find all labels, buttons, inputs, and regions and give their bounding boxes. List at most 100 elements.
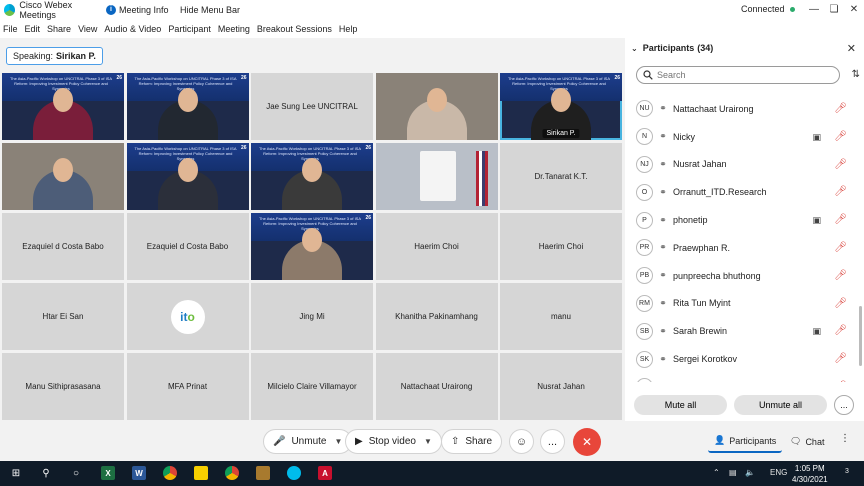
video-tile[interactable]: MFA Prinat [126, 353, 249, 420]
mic-muted-icon[interactable]: 🎤︎ [834, 270, 847, 281]
participant-row[interactable]: PR ⚭ Praewphan R. 🎤︎ [625, 234, 857, 262]
chrome-icon[interactable] [225, 466, 239, 480]
close-panel-icon[interactable]: ✕ [847, 42, 856, 55]
video-tile[interactable] [375, 143, 498, 210]
participant-row[interactable]: NJ ⚭ Nusrat Jahan 🎤︎ [625, 151, 857, 179]
acrobat-icon[interactable]: A [318, 466, 332, 480]
participants-tab[interactable]: 👤 Participants [708, 430, 783, 453]
participant-row[interactable]: PB ⚭ punpreecha bhuthong 🎤︎ [625, 262, 857, 290]
notification-badge[interactable]: 3 [845, 468, 849, 475]
video-tile[interactable]: Jae Sung Lee UNCITRAL [251, 73, 373, 140]
end-call-icon[interactable]: ✕ [573, 428, 601, 456]
participant-row[interactable]: S⚭Shafiuddin🎤︎ [625, 373, 857, 382]
mic-muted-icon[interactable]: 🎤︎ [834, 186, 847, 197]
video-tile[interactable]: Htar Ei San [2, 283, 124, 350]
search-icon[interactable]: ⚲ [39, 466, 53, 480]
video-tile[interactable]: Khanitha Pakinamhang [375, 283, 498, 350]
excel-icon[interactable]: X [101, 466, 115, 480]
video-tile[interactable]: The Asia-Pacific Workshop on UNCITRAL Ph… [500, 73, 622, 140]
taskbar-clock[interactable]: 1:05 PM 4/30/2021 [792, 463, 828, 485]
panel-more-button[interactable]: ... [834, 395, 854, 415]
menu-help[interactable]: Help [339, 24, 358, 34]
mic-muted-icon[interactable]: 🎤︎ [834, 214, 847, 225]
video-tile[interactable] [375, 73, 498, 140]
video-tile[interactable]: Milcielo Claire Villamayor [251, 353, 373, 420]
video-tile[interactable]: Ezaquiel d Costa Babo [2, 213, 124, 280]
menu-audio-video[interactable]: Audio & Video [104, 24, 161, 34]
video-tile[interactable]: Dr.Tanarat K.T. [500, 143, 622, 210]
video-tile[interactable]: The Asia-Pacific Workshop on UNCITRAL Ph… [2, 73, 124, 140]
chevron-down-icon[interactable]: ▼ [424, 437, 432, 446]
mic-muted-icon[interactable]: 🎤︎ [834, 325, 847, 336]
participant-row[interactable]: O ⚭ Orranutt_ITD.Research 🎤︎ [625, 178, 857, 206]
menu-share[interactable]: Share [47, 24, 71, 34]
sticky-notes-icon[interactable] [194, 466, 208, 480]
unmute-button[interactable]: 🎤 Unmute ▼ [263, 429, 353, 454]
mic-muted-icon[interactable]: 🎤︎ [834, 131, 847, 142]
share-button[interactable]: ⇧ Share [441, 429, 503, 454]
menu-view[interactable]: View [78, 24, 97, 34]
reactions-icon[interactable]: ☺ [509, 429, 534, 454]
collapse-chevron-icon[interactable]: ⌄ [631, 44, 638, 53]
video-tile[interactable]: Ezaquiel d Costa Babo [126, 213, 249, 280]
chevron-down-icon[interactable]: ▼ [334, 437, 342, 446]
close-window-icon[interactable]: ✕ [842, 2, 864, 18]
menu-meeting[interactable]: Meeting [218, 24, 250, 34]
mic-muted-icon[interactable]: 🎤︎ [834, 242, 847, 253]
tray-chevron-icon[interactable]: ⌃ [713, 468, 720, 477]
mic-muted-icon[interactable]: 🎤︎ [834, 159, 847, 170]
video-tile[interactable]: Nusrat Jahan [500, 353, 622, 420]
video-tile[interactable] [2, 143, 124, 210]
overflow-icon[interactable]: ⋮ [840, 433, 850, 444]
participant-row[interactable]: NU ⚭ Nattachaat Urairong 🎤︎ [625, 95, 857, 123]
more-options-button[interactable]: ... [540, 429, 565, 454]
headset-icon: ⚭ [659, 242, 667, 253]
participant-list[interactable]: NU ⚭ Nattachaat Urairong 🎤︎ N ⚭ Nicky ▣ 🎤︎ NJ ⚭ Nus… [625, 95, 857, 382]
video-tile[interactable]: The Asia-Pacific Workshop on UNCITRAL Ph… [126, 73, 249, 140]
scroll-thumb[interactable] [859, 306, 862, 366]
video-tile[interactable]: it o [126, 283, 249, 350]
mic-muted-icon[interactable]: 🎤︎ [834, 353, 847, 364]
menu-edit[interactable]: Edit [25, 24, 41, 34]
mic-muted-icon[interactable]: 🎤︎ [834, 298, 847, 309]
video-tile[interactable]: The Asia-Pacific Workshop on UNCITRAL Ph… [251, 213, 373, 280]
chat-tab[interactable]: 🗨 Chat [784, 430, 830, 453]
sort-icon[interactable]: ⇅ [852, 69, 860, 80]
video-tile[interactable]: The Asia-Pacific Workshop on UNCITRAL Ph… [126, 143, 249, 210]
chrome-icon[interactable] [163, 466, 177, 480]
participant-row[interactable]: SK ⚭ Sergei Korotkov 🎤︎ [625, 345, 857, 373]
unmute-all-button[interactable]: Unmute all [734, 395, 827, 415]
meeting-info-button[interactable]: i Meeting Info [106, 5, 176, 15]
video-tile[interactable]: The Asia-Pacific Workshop on UNCITRAL Ph… [251, 143, 373, 210]
participant-row[interactable]: N ⚭ Nicky ▣ 🎤︎ [625, 123, 857, 151]
word-icon[interactable]: W [132, 466, 146, 480]
mic-muted-icon[interactable]: 🎤︎ [834, 381, 847, 382]
webex-taskbar-icon[interactable] [287, 466, 301, 480]
video-tile[interactable]: Jing Mi [251, 283, 373, 350]
video-tile[interactable]: manu [500, 283, 622, 350]
task-view-icon[interactable]: ○ [69, 466, 83, 480]
language-indicator[interactable]: ENG [770, 468, 787, 477]
network-icon[interactable]: ▤ [729, 468, 737, 477]
mute-all-button[interactable]: Mute all [634, 395, 727, 415]
participant-search[interactable] [636, 66, 840, 84]
volume-icon[interactable]: 🔈 [745, 468, 755, 477]
mic-muted-icon[interactable]: 🎤︎ [834, 103, 847, 114]
menu-participant[interactable]: Participant [168, 24, 211, 34]
media-player-icon[interactable] [256, 466, 270, 480]
video-tile[interactable]: Manu Sithiprasasana [2, 353, 124, 420]
menu-breakout-sessions[interactable]: Breakout Sessions [257, 24, 332, 34]
participant-row[interactable]: P ⚭ phonetip ▣ 🎤︎ [625, 206, 857, 234]
participants-panel: ⌄ Participants (34) ✕ ⇅ NU ⚭ Nattachaat Ur… [625, 38, 864, 422]
video-tile[interactable]: Haerim Choi [500, 213, 622, 280]
menu-file[interactable]: File [3, 24, 18, 34]
participant-row[interactable]: SB ⚭ Sarah Brewin ▣ 🎤︎ [625, 317, 857, 345]
video-tile[interactable]: Nattachaat Urairong [375, 353, 498, 420]
video-tile[interactable]: Haerim Choi [375, 213, 498, 280]
stop-video-button[interactable]: ▶ Stop video ▼ [345, 429, 442, 454]
windows-start-icon[interactable]: ⊞ [9, 466, 23, 480]
hide-menu-bar-button[interactable]: Hide Menu Bar [180, 5, 240, 15]
participant-scrollbar[interactable] [859, 96, 862, 382]
participant-row[interactable]: RM ⚭ Rita Tun Myint 🎤︎ [625, 290, 857, 318]
search-input[interactable] [657, 70, 817, 80]
